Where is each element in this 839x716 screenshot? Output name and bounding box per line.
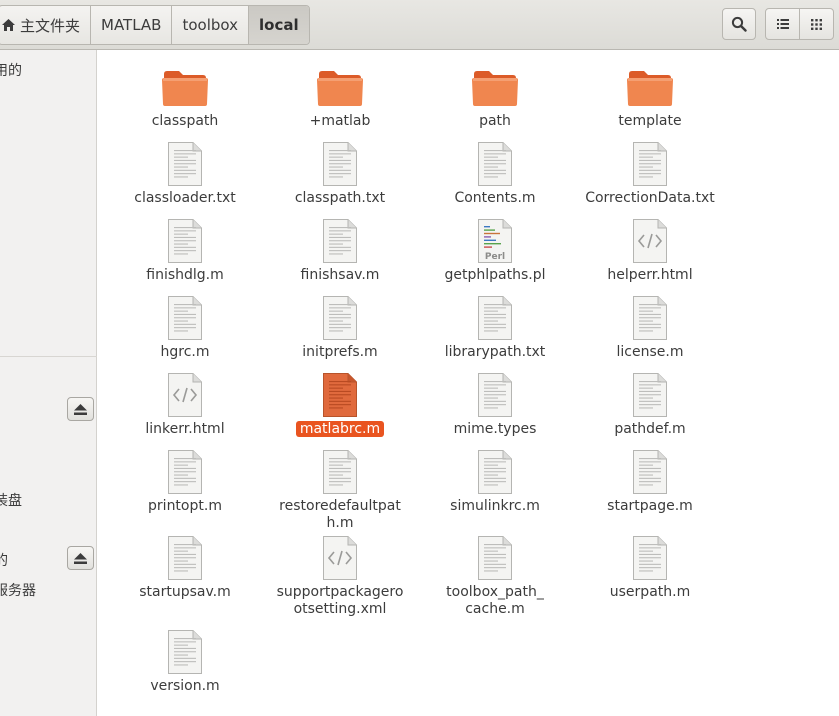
file-name: librarypath.txt <box>444 344 546 360</box>
text-file-icon <box>265 295 415 340</box>
text-file-icon <box>265 372 415 417</box>
breadcrumb-label: local <box>259 16 299 34</box>
text-file-icon <box>420 449 570 494</box>
file-name: startpage.m <box>607 498 693 514</box>
file-name: finishsav.m <box>300 267 380 283</box>
eject-button[interactable] <box>67 397 94 421</box>
file-name: initprefs.m <box>302 344 378 360</box>
grid-view-button[interactable] <box>800 9 833 39</box>
eject-button[interactable] <box>67 546 94 570</box>
text-file-icon <box>265 141 415 186</box>
breadcrumb-label: 主文件夹 <box>20 16 81 35</box>
text-file-icon <box>110 295 260 340</box>
text-file-icon <box>575 449 725 494</box>
breadcrumb-toolbox[interactable]: toolbox <box>172 6 250 44</box>
sidebar-item-recent[interactable]: 用的 <box>0 60 22 80</box>
sidebar-item-device[interactable]: 的 <box>0 550 8 570</box>
file-name: simulinkrc.m <box>450 498 540 514</box>
eject-icon <box>74 403 87 415</box>
perl-file-icon: Perl <box>420 218 570 263</box>
folder-icon <box>265 68 415 112</box>
search-button[interactable] <box>722 8 756 40</box>
file-name: restoredefaultpat h.m <box>279 498 401 531</box>
file-name: matlabrc.m <box>265 421 415 438</box>
file-name: version.m <box>150 678 220 694</box>
text-file-icon <box>575 372 725 417</box>
file-name: classpath.txt <box>294 190 386 206</box>
breadcrumb-matlab[interactable]: MATLAB <box>91 6 173 44</box>
text-file-icon <box>575 141 725 186</box>
html-file-icon <box>110 372 260 417</box>
text-file-icon <box>110 535 260 580</box>
list-view-button[interactable] <box>766 9 800 39</box>
file-name: supportpackagero otsetting.xml <box>276 584 404 617</box>
folder-icon <box>420 68 570 112</box>
file-name: hgrc.m <box>160 344 210 360</box>
eject-icon <box>74 552 87 564</box>
sidebar-item-server[interactable]: 服务器 <box>0 580 36 600</box>
file-name: finishdlg.m <box>146 267 224 283</box>
file-name: +matlab <box>309 113 371 129</box>
file-name: pathdef.m <box>614 421 686 437</box>
file-name: license.m <box>616 344 684 360</box>
file-name: printopt.m <box>148 498 222 514</box>
html-file-icon <box>575 218 725 263</box>
text-file-icon <box>575 295 725 340</box>
header-bar: 主文件夹 MATLAB toolbox local <box>0 0 839 50</box>
search-icon <box>731 16 747 32</box>
file-name: path <box>479 113 511 129</box>
breadcrumb: 主文件夹 MATLAB toolbox local <box>0 5 310 45</box>
file-name: userpath.m <box>609 584 691 600</box>
text-file-icon <box>110 141 260 186</box>
home-icon <box>2 19 15 31</box>
view-toggle <box>765 8 834 40</box>
file-name: classloader.txt <box>134 190 236 206</box>
breadcrumb-label: MATLAB <box>101 16 162 34</box>
sidebar-divider <box>0 356 97 357</box>
sidebar-item-disk[interactable]: 装盘 <box>0 490 22 510</box>
text-file-icon <box>110 218 260 263</box>
breadcrumb-home[interactable]: 主文件夹 <box>0 6 92 44</box>
file-name: template <box>618 113 682 129</box>
file-grid: classpath +matlab path template classloa… <box>98 50 839 716</box>
file-name: classpath <box>151 113 219 129</box>
sidebar: 用的 装盘 的 服务器 <box>0 50 97 716</box>
text-file-icon <box>420 295 570 340</box>
breadcrumb-local[interactable]: local <box>249 6 309 44</box>
file-name: Contents.m <box>454 190 536 206</box>
text-file-icon <box>265 218 415 263</box>
file-name: startupsav.m <box>139 584 231 600</box>
list-view-icon <box>776 19 789 29</box>
file-name: helperr.html <box>607 267 693 283</box>
folder-icon <box>110 68 260 112</box>
folder-icon <box>575 68 725 112</box>
text-file-icon <box>420 535 570 580</box>
file-name: linkerr.html <box>145 421 225 437</box>
text-file-icon <box>110 449 260 494</box>
text-file-icon <box>110 629 260 674</box>
breadcrumb-label: toolbox <box>182 16 239 34</box>
text-file-icon <box>420 141 570 186</box>
text-file-icon <box>265 449 415 494</box>
text-file-icon <box>420 372 570 417</box>
file-name: getphlpaths.pl <box>444 267 546 283</box>
svg-text:Perl: Perl <box>485 252 505 262</box>
file-name: toolbox_path_ cache.m <box>446 584 544 617</box>
file-name: CorrectionData.txt <box>585 190 715 206</box>
text-file-icon <box>575 535 725 580</box>
html-file-icon <box>265 535 415 580</box>
grid-view-icon <box>811 18 822 30</box>
file-name: mime.types <box>453 421 537 437</box>
